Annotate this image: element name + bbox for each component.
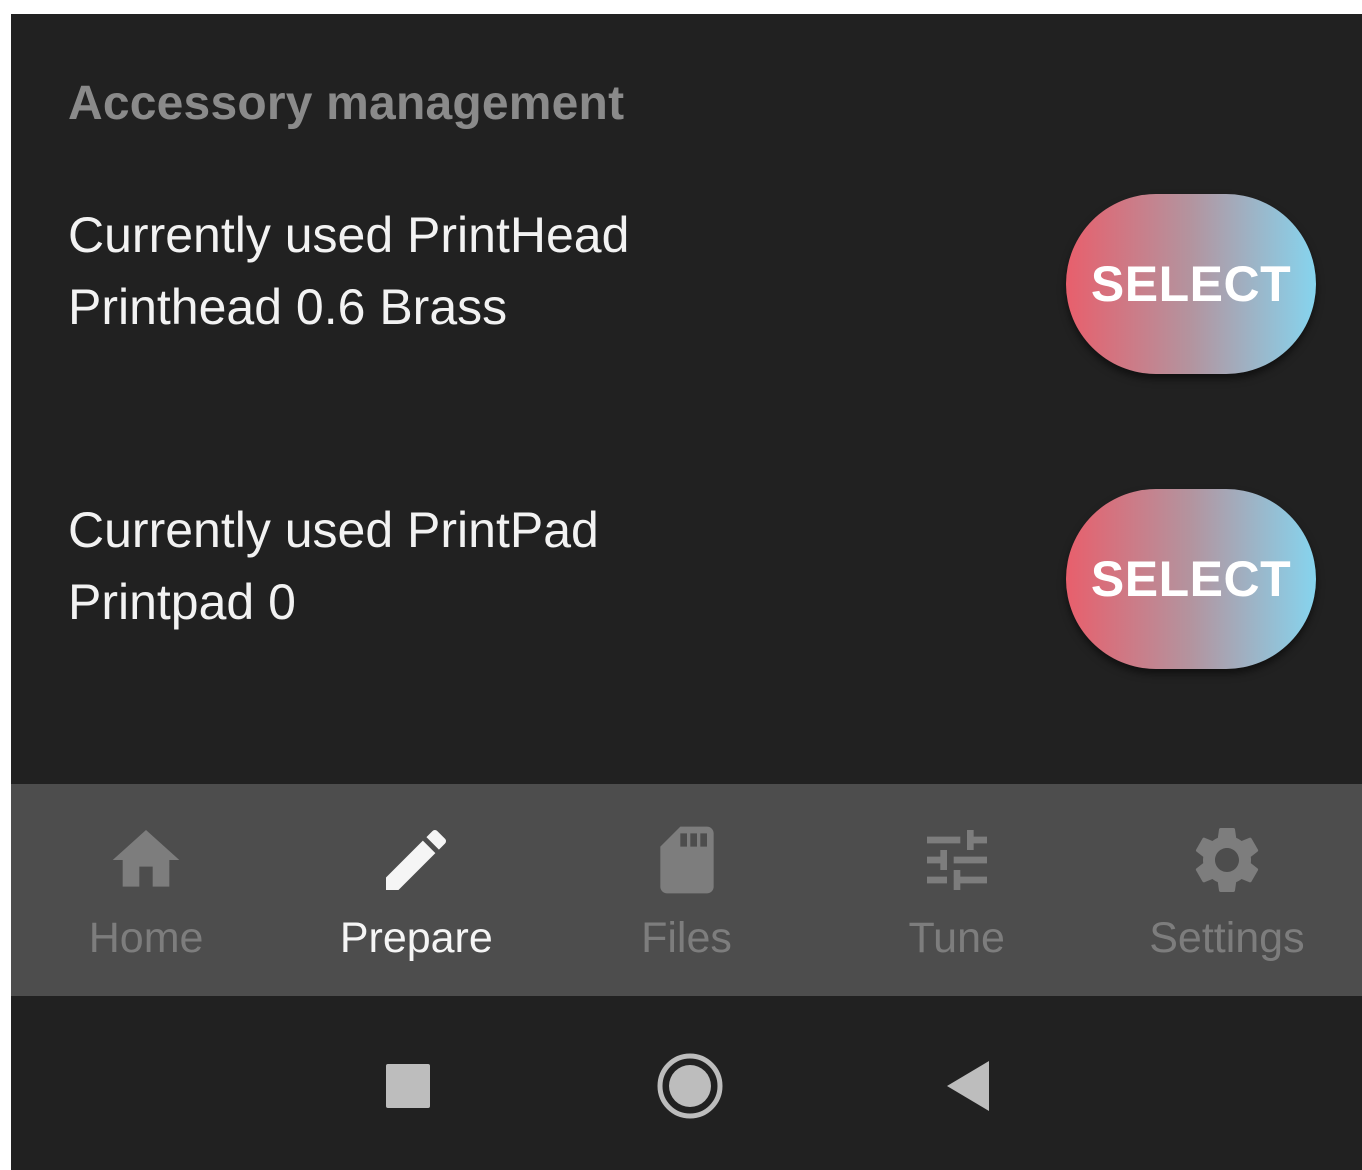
recents-icon[interactable]: [368, 1046, 448, 1126]
select-printpad-button[interactable]: SELECT: [1066, 489, 1316, 669]
system-navigation: [11, 996, 1362, 1170]
printpad-label: Currently used PrintPad: [68, 502, 599, 558]
nav-item-home[interactable]: Home: [11, 784, 281, 996]
sd-card-icon: [647, 820, 727, 900]
home-icon: [106, 820, 186, 900]
section-title: Accessory management: [68, 77, 625, 130]
nav-item-prepare[interactable]: Prepare: [281, 784, 551, 996]
printhead-label: Currently used PrintHead: [68, 207, 630, 263]
nav-label-settings: Settings: [1149, 914, 1305, 962]
nav-item-files[interactable]: Files: [551, 784, 821, 996]
nav-label-files: Files: [641, 914, 732, 962]
back-icon[interactable]: [929, 1046, 1009, 1126]
app-screen: Accessory management Currently used Prin…: [11, 14, 1362, 1170]
gear-icon: [1187, 820, 1267, 900]
home-circle-icon[interactable]: [650, 1046, 730, 1126]
nav-label-home: Home: [88, 914, 204, 962]
nav-label-tune: Tune: [908, 914, 1005, 962]
printpad-row: Currently used PrintPad Printpad 0 SELEC…: [68, 489, 1318, 669]
pencil-icon: [376, 820, 456, 900]
bottom-navigation: Home Prepare Files Tune Settings: [11, 784, 1362, 996]
printhead-row: Currently used PrintHead Printhead 0.6 B…: [68, 194, 1318, 374]
printpad-value: Printpad 0: [68, 574, 296, 630]
printhead-value: Printhead 0.6 Brass: [68, 279, 508, 335]
nav-label-prepare: Prepare: [339, 914, 493, 962]
nav-item-tune[interactable]: Tune: [822, 784, 1092, 996]
tune-icon: [917, 820, 997, 900]
nav-item-settings[interactable]: Settings: [1092, 784, 1362, 996]
select-printhead-button[interactable]: SELECT: [1066, 194, 1316, 374]
